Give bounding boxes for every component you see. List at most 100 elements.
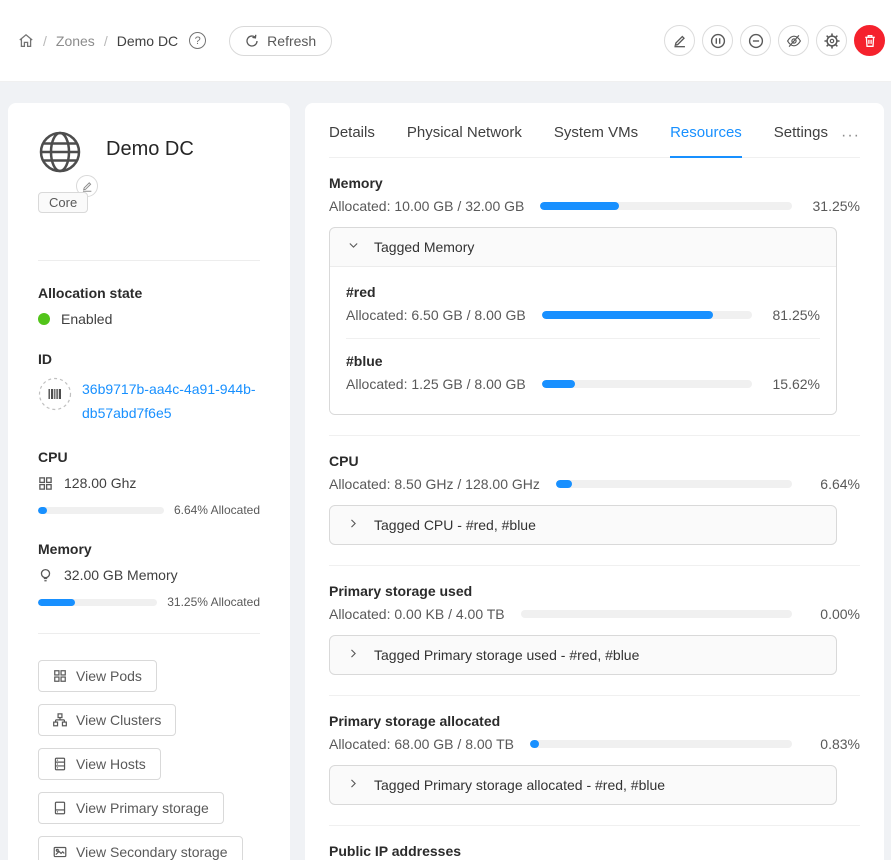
- resource-title: Primary storage allocated: [329, 713, 860, 729]
- view-primary-storage-button[interactable]: View Primary storage: [38, 792, 224, 824]
- view-actions: View Pods View Clusters View Hosts View Pri…: [38, 658, 260, 860]
- zone-title: Demo DC: [106, 138, 194, 161]
- resource-row: Allocated: 68.00 GB / 8.00 TB 0.83%: [329, 736, 860, 752]
- disable-zone-button[interactable]: [702, 25, 733, 56]
- allocated-text: Allocated: 68.00 GB / 8.00 TB: [329, 736, 514, 752]
- tagged-panel: Tagged CPU - #red, #blue: [329, 505, 837, 545]
- view-pods-button[interactable]: View Pods: [38, 660, 157, 692]
- memory-percent-label: 31.25% Allocated: [167, 595, 260, 609]
- resource-section-public-ip-addresses: Public IP addresses Allocated: 4 / 199 2…: [329, 825, 860, 860]
- resources-panel: Memory Allocated: 10.00 GB / 32.00 GB 31…: [329, 158, 860, 860]
- chevron-right-icon: [347, 647, 360, 660]
- zone-id-value[interactable]: 36b9717b-aa4c-4a91-944b-db57abd7f6e5: [82, 377, 260, 425]
- progress-bar: [530, 740, 792, 748]
- database-icon: [53, 757, 67, 771]
- action-label: View Pods: [76, 668, 142, 684]
- resource-row: Allocated: 6.50 GB / 8.00 GB 81.25%: [346, 307, 820, 323]
- edit-icon: [672, 33, 687, 48]
- pods-icon: [53, 669, 67, 683]
- picture-icon: [53, 845, 67, 859]
- progress-bar: [540, 202, 792, 210]
- minus-circle-icon: [748, 33, 764, 49]
- zone-header: Demo DC Core: [38, 128, 260, 240]
- tab-settings[interactable]: Settings: [774, 124, 828, 157]
- globe-icon: [38, 130, 82, 174]
- home-icon[interactable]: [18, 33, 34, 49]
- tagged-panel-label: Tagged CPU - #red, #blue: [374, 517, 536, 533]
- zone-info-card: Demo DC Core Allocation state Enabled ID: [8, 103, 290, 860]
- allocation-state-value: Enabled: [61, 311, 112, 327]
- memory-section: Memory 32.00 GB Memory 31.25% Allocated: [38, 541, 260, 609]
- tagged-panel-body: #red Allocated: 6.50 GB / 8.00 GB 81.25%…: [330, 266, 836, 414]
- memory-value: 32.00 GB Memory: [64, 567, 178, 583]
- zone-type-tag: Core: [38, 192, 88, 213]
- eye-invisible-icon: [786, 33, 802, 49]
- hide-zone-button[interactable]: [778, 25, 809, 56]
- breadcrumb-separator: /: [43, 33, 47, 49]
- allocated-text: Allocated: 8.50 GHz / 128.00 GHz: [329, 476, 540, 492]
- id-section: ID 36b9717b-aa4c-4a91-944b-db57abd7f6e5: [38, 351, 260, 425]
- gear-icon: [824, 33, 840, 49]
- percent-text: 81.25%: [764, 307, 820, 323]
- resource-title: Memory: [329, 175, 860, 191]
- resource-row: Allocated: 8.50 GHz / 128.00 GHz 6.64%: [329, 476, 860, 492]
- tagged-panel-header[interactable]: Tagged CPU - #red, #blue: [330, 506, 836, 544]
- question-circle-icon[interactable]: ?: [189, 32, 206, 49]
- settings-button[interactable]: [816, 25, 847, 56]
- memory-progress-bar: [38, 599, 157, 606]
- allocated-text: Allocated: 10.00 GB / 32.00 GB: [329, 198, 524, 214]
- page-content: Demo DC Core Allocation state Enabled ID: [0, 82, 891, 860]
- percent-text: 0.83%: [804, 736, 860, 752]
- tagged-panel-header[interactable]: Tagged Primary storage allocated - #red,…: [330, 766, 836, 804]
- memory-label: Memory: [38, 541, 260, 557]
- chevron-right-icon: [347, 777, 360, 790]
- resource-section-primary-storage-allocated: Primary storage allocated Allocated: 68.…: [329, 695, 860, 825]
- tagged-panel-header[interactable]: Tagged Memory: [330, 228, 836, 266]
- progress-bar: [542, 311, 752, 319]
- tab-bar: Details Physical Network System VMs Resourc…: [329, 103, 860, 158]
- breadcrumb-current: Demo DC: [117, 33, 178, 49]
- resource-section-cpu: CPU Allocated: 8.50 GHz / 128.00 GHz 6.6…: [329, 435, 860, 565]
- remove-zone-button[interactable]: [740, 25, 771, 56]
- refresh-label: Refresh: [267, 33, 316, 49]
- progress-bar: [556, 480, 792, 488]
- breadcrumb-zones[interactable]: Zones: [56, 33, 95, 49]
- tab-physical-network[interactable]: Physical Network: [407, 124, 522, 157]
- top-header: / Zones / Demo DC ? Refresh: [0, 0, 891, 82]
- ellipsis-icon[interactable]: ···: [841, 127, 860, 145]
- chevron-down-icon: [347, 239, 360, 252]
- resource-row: Allocated: 1.25 GB / 8.00 GB 15.62%: [346, 376, 820, 392]
- action-label: View Hosts: [76, 756, 146, 772]
- allocated-text: Allocated: 6.50 GB / 8.00 GB: [346, 307, 526, 323]
- view-secondary-storage-button[interactable]: View Secondary storage: [38, 836, 243, 860]
- view-hosts-button[interactable]: View Hosts: [38, 748, 161, 780]
- tab-system-vms[interactable]: System VMs: [554, 124, 638, 157]
- reload-icon: [245, 34, 259, 48]
- tab-details[interactable]: Details: [329, 124, 375, 157]
- cpu-value: 128.00 Ghz: [64, 475, 136, 491]
- divider: [38, 260, 260, 261]
- hdd-icon: [53, 801, 67, 815]
- id-label: ID: [38, 351, 260, 367]
- cpu-label: CPU: [38, 449, 260, 465]
- edit-zone-button[interactable]: [664, 25, 695, 56]
- allocated-text: Allocated: 0.00 KB / 4.00 TB: [329, 606, 505, 622]
- cpu-section: CPU 128.00 Ghz 6.64% Allocated: [38, 449, 260, 517]
- tagged-panel: Tagged Memory #red Allocated: 6.50 GB / …: [329, 227, 837, 415]
- grid-icon: [38, 476, 53, 491]
- action-label: View Primary storage: [76, 800, 209, 816]
- action-label: View Secondary storage: [76, 844, 228, 860]
- progress-bar: [542, 380, 752, 388]
- refresh-button[interactable]: Refresh: [229, 26, 332, 56]
- allocation-state-label: Allocation state: [38, 285, 260, 301]
- delete-zone-button[interactable]: [854, 25, 885, 56]
- breadcrumb-separator: /: [104, 33, 108, 49]
- view-clusters-button[interactable]: View Clusters: [38, 704, 176, 736]
- tagged-panel-label: Tagged Primary storage used - #red, #blu…: [374, 647, 639, 663]
- resource-section-memory: Memory Allocated: 10.00 GB / 32.00 GB 31…: [329, 158, 860, 435]
- tag-item-title: #red: [346, 284, 820, 300]
- tab-resources[interactable]: Resources: [670, 124, 742, 158]
- tag-item-title: #blue: [346, 353, 820, 369]
- tagged-panel-header[interactable]: Tagged Primary storage used - #red, #blu…: [330, 636, 836, 674]
- zone-detail-card: Details Physical Network System VMs Resourc…: [305, 103, 884, 860]
